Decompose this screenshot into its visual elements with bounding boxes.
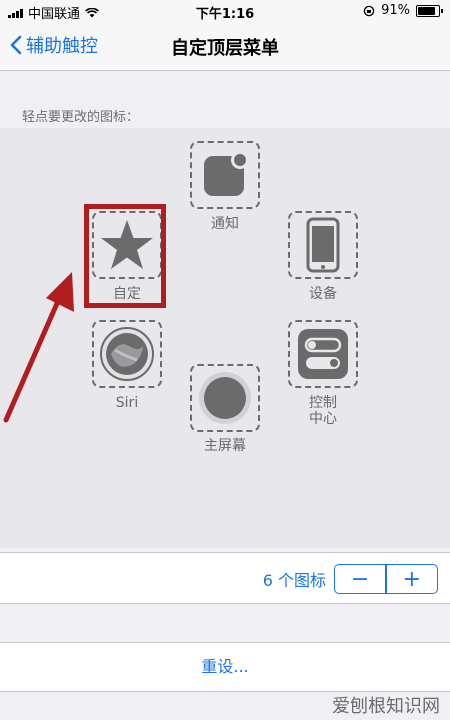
battery-fill bbox=[418, 6, 436, 15]
annotation-arrow bbox=[3, 272, 74, 423]
device-icon bbox=[306, 217, 340, 273]
section-hint: 轻点要更改的图标： bbox=[22, 110, 140, 125]
icon-count-label: 6 个图标 bbox=[262, 571, 326, 590]
slot-siri[interactable] bbox=[92, 320, 162, 388]
label-home-screen: 主屏幕 bbox=[204, 438, 246, 454]
reset-button[interactable]: 重设... bbox=[0, 643, 450, 691]
status-bar: 中国联通 下午1:16 91% bbox=[0, 0, 450, 22]
page-title: 自定顶层菜单 bbox=[171, 38, 279, 59]
increase-button[interactable]: + bbox=[387, 565, 437, 593]
navigation-bar: 辅助触控 自定顶层菜单 bbox=[0, 22, 450, 71]
slot-notification[interactable] bbox=[190, 141, 260, 209]
label-control-center: 控制 中心 bbox=[309, 395, 337, 427]
label-notification: 通知 bbox=[211, 216, 239, 232]
rotation-lock-icon bbox=[363, 5, 375, 16]
slot-control-center[interactable] bbox=[288, 320, 358, 388]
watermark: 爱刨根知识网 bbox=[332, 696, 440, 717]
slot-home-screen[interactable] bbox=[190, 364, 260, 432]
battery-percent: 91% bbox=[381, 3, 410, 18]
label-siri: Siri bbox=[115, 395, 139, 411]
icon-count-row: 6 个图标 − + bbox=[0, 552, 450, 604]
icon-count-stepper[interactable]: − + bbox=[334, 564, 438, 594]
control-center-icon bbox=[298, 329, 348, 379]
home-button-icon bbox=[199, 372, 251, 424]
battery-icon bbox=[416, 4, 443, 17]
slot-device[interactable] bbox=[288, 211, 358, 279]
siri-icon bbox=[100, 327, 154, 381]
notification-icon bbox=[204, 151, 249, 196]
highlight-box bbox=[84, 204, 166, 308]
label-device: 设备 bbox=[309, 286, 337, 302]
reset-row: 重设... bbox=[0, 642, 450, 692]
status-right: 91% bbox=[363, 3, 443, 18]
decrease-button[interactable]: − bbox=[335, 565, 385, 593]
